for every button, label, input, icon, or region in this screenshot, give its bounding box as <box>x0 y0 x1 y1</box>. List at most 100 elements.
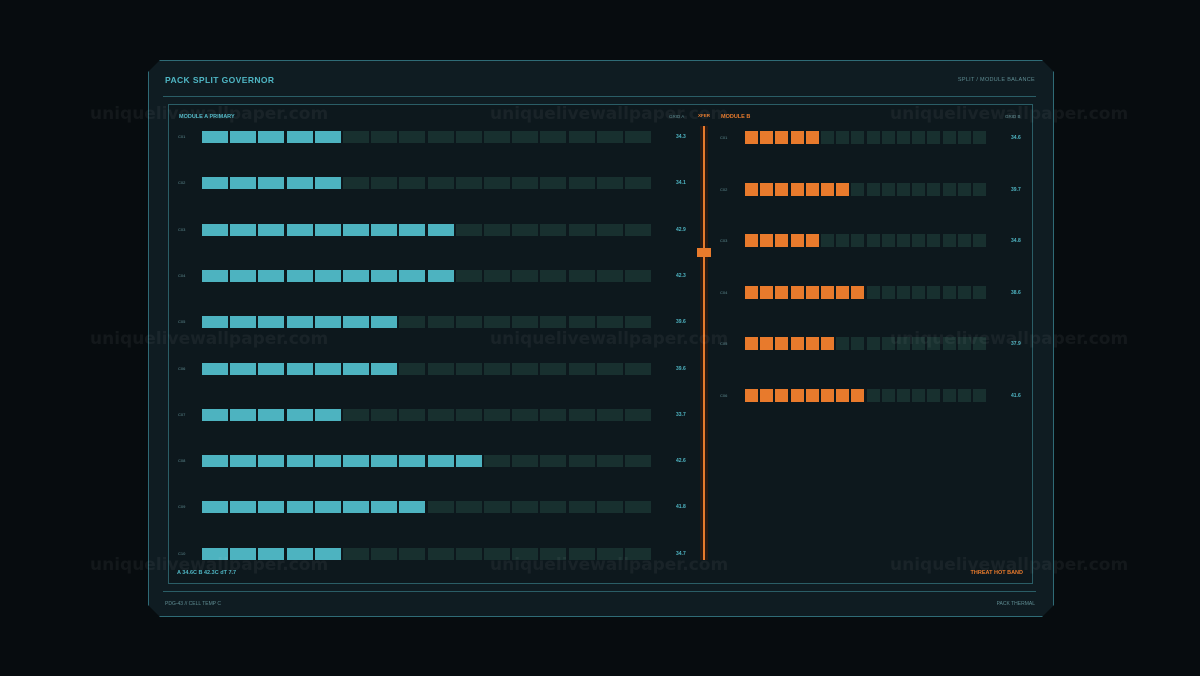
segment-filled <box>343 455 369 468</box>
cell-temp-value: 42.9 <box>676 226 686 233</box>
segment-filled <box>202 316 228 329</box>
segment-empty <box>371 408 398 421</box>
segment-filled <box>314 455 341 468</box>
segment-filled <box>314 408 341 421</box>
segment-empty <box>957 131 971 144</box>
segment-empty <box>455 269 482 282</box>
segment-empty <box>512 316 539 329</box>
segment-empty <box>625 223 651 236</box>
segment-empty <box>957 285 971 299</box>
segment-empty <box>568 269 595 282</box>
transfer-handle[interactable] <box>697 247 711 257</box>
cell-id-label: C09 <box>178 504 186 510</box>
segment-empty <box>512 455 539 468</box>
segment-empty <box>957 388 971 402</box>
segment-empty <box>540 455 567 468</box>
segment-filled <box>230 455 257 468</box>
segment-empty <box>596 501 623 514</box>
segment-empty <box>881 234 895 247</box>
segment-empty <box>427 501 454 514</box>
segment-empty <box>897 131 910 144</box>
segment-filled <box>202 177 228 190</box>
segment-empty <box>897 388 910 402</box>
segment-empty <box>596 362 623 375</box>
segment-filled <box>790 388 804 402</box>
segment-filled <box>230 223 257 236</box>
segment-empty <box>540 223 567 236</box>
segment-empty <box>568 316 595 329</box>
cell-temp-value: 39.6 <box>676 365 686 372</box>
segment-filled <box>230 269 257 282</box>
segment-empty <box>912 182 926 196</box>
segment-filled <box>258 177 285 190</box>
segment-empty <box>343 131 369 143</box>
segment-empty <box>455 316 482 329</box>
segment-filled <box>427 223 454 236</box>
segment-filled <box>258 455 285 468</box>
watermark-text: uniquelivewallpaper.com <box>490 329 729 349</box>
segment-filled <box>258 316 285 329</box>
segment-filled <box>230 362 257 375</box>
segment-filled <box>836 182 850 196</box>
segment-empty <box>455 177 482 190</box>
segment-filled <box>371 269 398 282</box>
segment-empty <box>912 285 926 299</box>
segment-filled <box>805 388 819 402</box>
segment-filled <box>230 408 257 421</box>
cell-id-label: C03 <box>178 226 186 232</box>
segment-empty <box>343 547 369 560</box>
cell-id-label: C03 <box>720 238 728 243</box>
segment-filled <box>314 223 341 236</box>
segment-filled <box>286 316 313 329</box>
segment-filled <box>745 285 758 299</box>
segment-empty <box>484 408 510 421</box>
cell-temp-value: 41.6 <box>1011 392 1021 399</box>
segment-filled <box>775 285 789 299</box>
segment-empty <box>455 131 482 143</box>
segment-empty <box>973 131 986 144</box>
segment-empty <box>851 337 865 350</box>
segment-filled <box>314 131 341 143</box>
cell-id-label: C07 <box>178 411 186 417</box>
segment-empty <box>568 455 595 468</box>
segment-empty <box>625 269 651 282</box>
cell-temp-value: 39.7 <box>1011 186 1021 193</box>
cell-temp-value: 34.8 <box>1011 238 1021 244</box>
segment-empty <box>851 182 865 196</box>
segment-filled <box>745 182 758 196</box>
segment-empty <box>399 177 426 190</box>
segment-empty <box>881 388 895 402</box>
segment-filled <box>258 131 285 143</box>
segment-filled <box>258 223 285 236</box>
segment-filled <box>775 388 789 402</box>
segment-empty <box>512 362 539 375</box>
cell-id-label: C01 <box>178 134 186 139</box>
segment-empty <box>836 234 850 247</box>
segment-empty <box>540 131 567 143</box>
segment-filled <box>775 182 789 196</box>
cell-id-label: C05 <box>178 319 186 325</box>
segment-filled <box>286 177 313 190</box>
segment-empty <box>455 223 482 236</box>
segment-filled <box>760 337 774 350</box>
segment-empty <box>399 408 426 421</box>
segment-empty <box>927 285 941 299</box>
segment-filled <box>314 177 341 190</box>
segment-filled <box>836 285 850 299</box>
segment-empty <box>568 177 595 190</box>
segment-filled <box>805 285 819 299</box>
segment-filled <box>230 131 257 143</box>
segment-empty <box>866 285 880 299</box>
segment-empty <box>881 131 895 144</box>
segment-empty <box>927 182 941 196</box>
segment-empty <box>596 131 623 143</box>
segment-filled <box>202 362 228 375</box>
segment-empty <box>881 182 895 196</box>
segment-empty <box>596 269 623 282</box>
cell-temp-value: 34.6 <box>1011 135 1021 141</box>
segment-filled <box>805 182 819 196</box>
segment-empty <box>625 501 651 514</box>
segment-filled <box>202 408 228 421</box>
segment-empty <box>540 362 567 375</box>
segment-empty <box>512 177 539 190</box>
